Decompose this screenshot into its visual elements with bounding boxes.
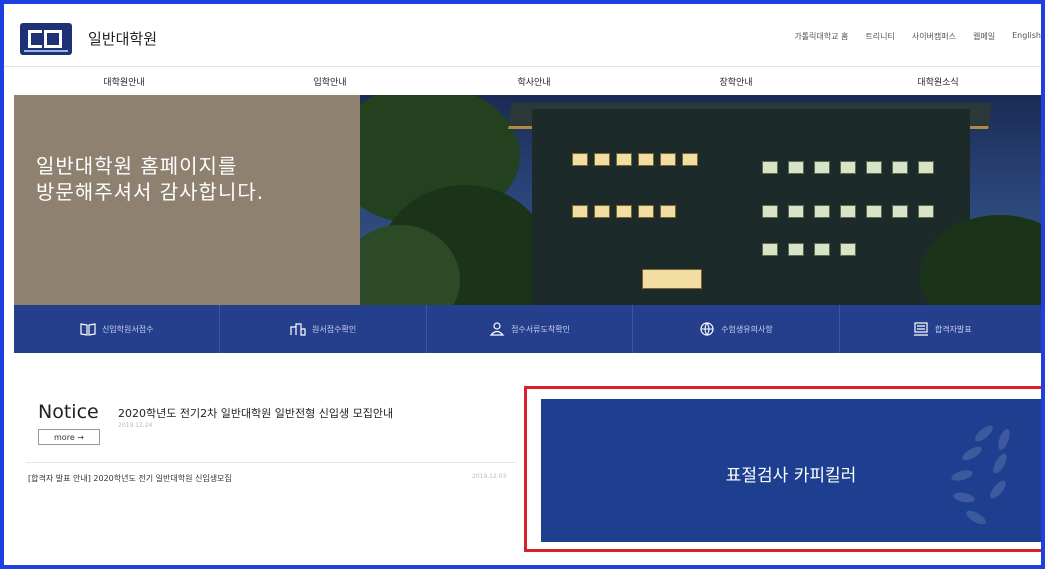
page-frame: 일반대학원 가톨릭대학교 홈 트리니티 사이버캠퍼스 웹메일 English 대… [0, 0, 1045, 569]
quick-item-label: 합격자발표 [934, 324, 972, 334]
quick-item-label: 신입학원서접수 [101, 324, 154, 334]
nav-item-graduate-news[interactable]: 대학원소식 [878, 75, 998, 88]
site-header: 일반대학원 가톨릭대학교 홈 트리니티 사이버캠퍼스 웹메일 English [4, 4, 1041, 66]
site-title[interactable]: 일반대학원 [88, 28, 157, 49]
quick-menu-bar: 신입학원서접수 원서접수확인 접수서류도착확인 수험생유의사항 합격자발표 [14, 305, 1041, 353]
quick-item-application-check[interactable]: 원서접수확인 [220, 305, 427, 353]
notice-featured-date: 2019.12.24 [118, 422, 153, 429]
notice-divider [26, 462, 516, 463]
nav-item-academic-info[interactable]: 학사안내 [474, 75, 594, 88]
campus-building-photo [360, 95, 1041, 305]
notice-list-item[interactable]: [합격자 발표 안내] 2020학년도 전기 일반대학원 신입생모집 [28, 473, 232, 484]
copykiller-banner[interactable]: 표절검사 카피킬러 [541, 399, 1041, 542]
board-icon [913, 322, 928, 336]
util-link-cyber-campus[interactable]: 사이버캠퍼스 [912, 31, 956, 42]
utility-links: 가톨릭대학교 홈 트리니티 사이버캠퍼스 웹메일 English [777, 31, 1041, 42]
university-logo[interactable] [20, 23, 72, 55]
util-link-english[interactable]: English [1012, 31, 1041, 42]
notice-featured-title[interactable]: 2020학년도 전기2차 일반대학원 일반전형 신입생 모집안내 [118, 405, 393, 421]
main-navigation: 대학원안내 입학안내 학사안내 장학안내 대학원소식 [4, 66, 1041, 95]
book-icon [80, 323, 96, 336]
hero-welcome-text: 일반대학원 홈페이지를 방문해주셔서 감사합니다. [36, 153, 264, 205]
notice-item-date: 2019.12.03 [472, 473, 507, 480]
building-icon [290, 323, 306, 336]
util-link-webmail[interactable]: 웹메일 [973, 31, 995, 42]
notice-more-button[interactable]: more → [38, 429, 100, 445]
globe-icon [700, 322, 714, 336]
quick-item-admission-results[interactable]: 합격자발표 [840, 305, 1041, 353]
quick-item-label: 수험생유의사항 [721, 324, 773, 334]
hero-text-panel: 일반대학원 홈페이지를 방문해주셔서 감사합니다. [14, 95, 360, 305]
hero-line-1: 일반대학원 홈페이지를 [36, 154, 238, 178]
util-link-trinity[interactable]: 트리니티 [865, 31, 894, 42]
person-icon [489, 322, 505, 336]
nav-item-scholarship-info[interactable]: 장학안내 [676, 75, 796, 88]
quick-item-online-application[interactable]: 신입학원서접수 [14, 305, 221, 353]
quick-item-label: 접수서류도착확인 [511, 324, 570, 334]
hero-line-2: 방문해주셔서 감사합니다. [36, 180, 265, 204]
nav-item-graduate-info[interactable]: 대학원안내 [64, 75, 184, 88]
quick-item-label: 원서접수확인 [312, 324, 357, 334]
util-link-catholic-home[interactable]: 가톨릭대학교 홈 [794, 31, 848, 42]
notice-heading: Notice [38, 401, 99, 423]
quick-item-applicant-notice[interactable]: 수험생유의사항 [633, 305, 840, 353]
hero-banner: 일반대학원 홈페이지를 방문해주셔서 감사합니다. [14, 95, 1041, 305]
nav-item-admission-info[interactable]: 입학안내 [270, 75, 390, 88]
quick-item-document-arrival[interactable]: 접수서류도착확인 [427, 305, 634, 353]
banner-title: 표절검사 카피킬러 [725, 466, 857, 486]
